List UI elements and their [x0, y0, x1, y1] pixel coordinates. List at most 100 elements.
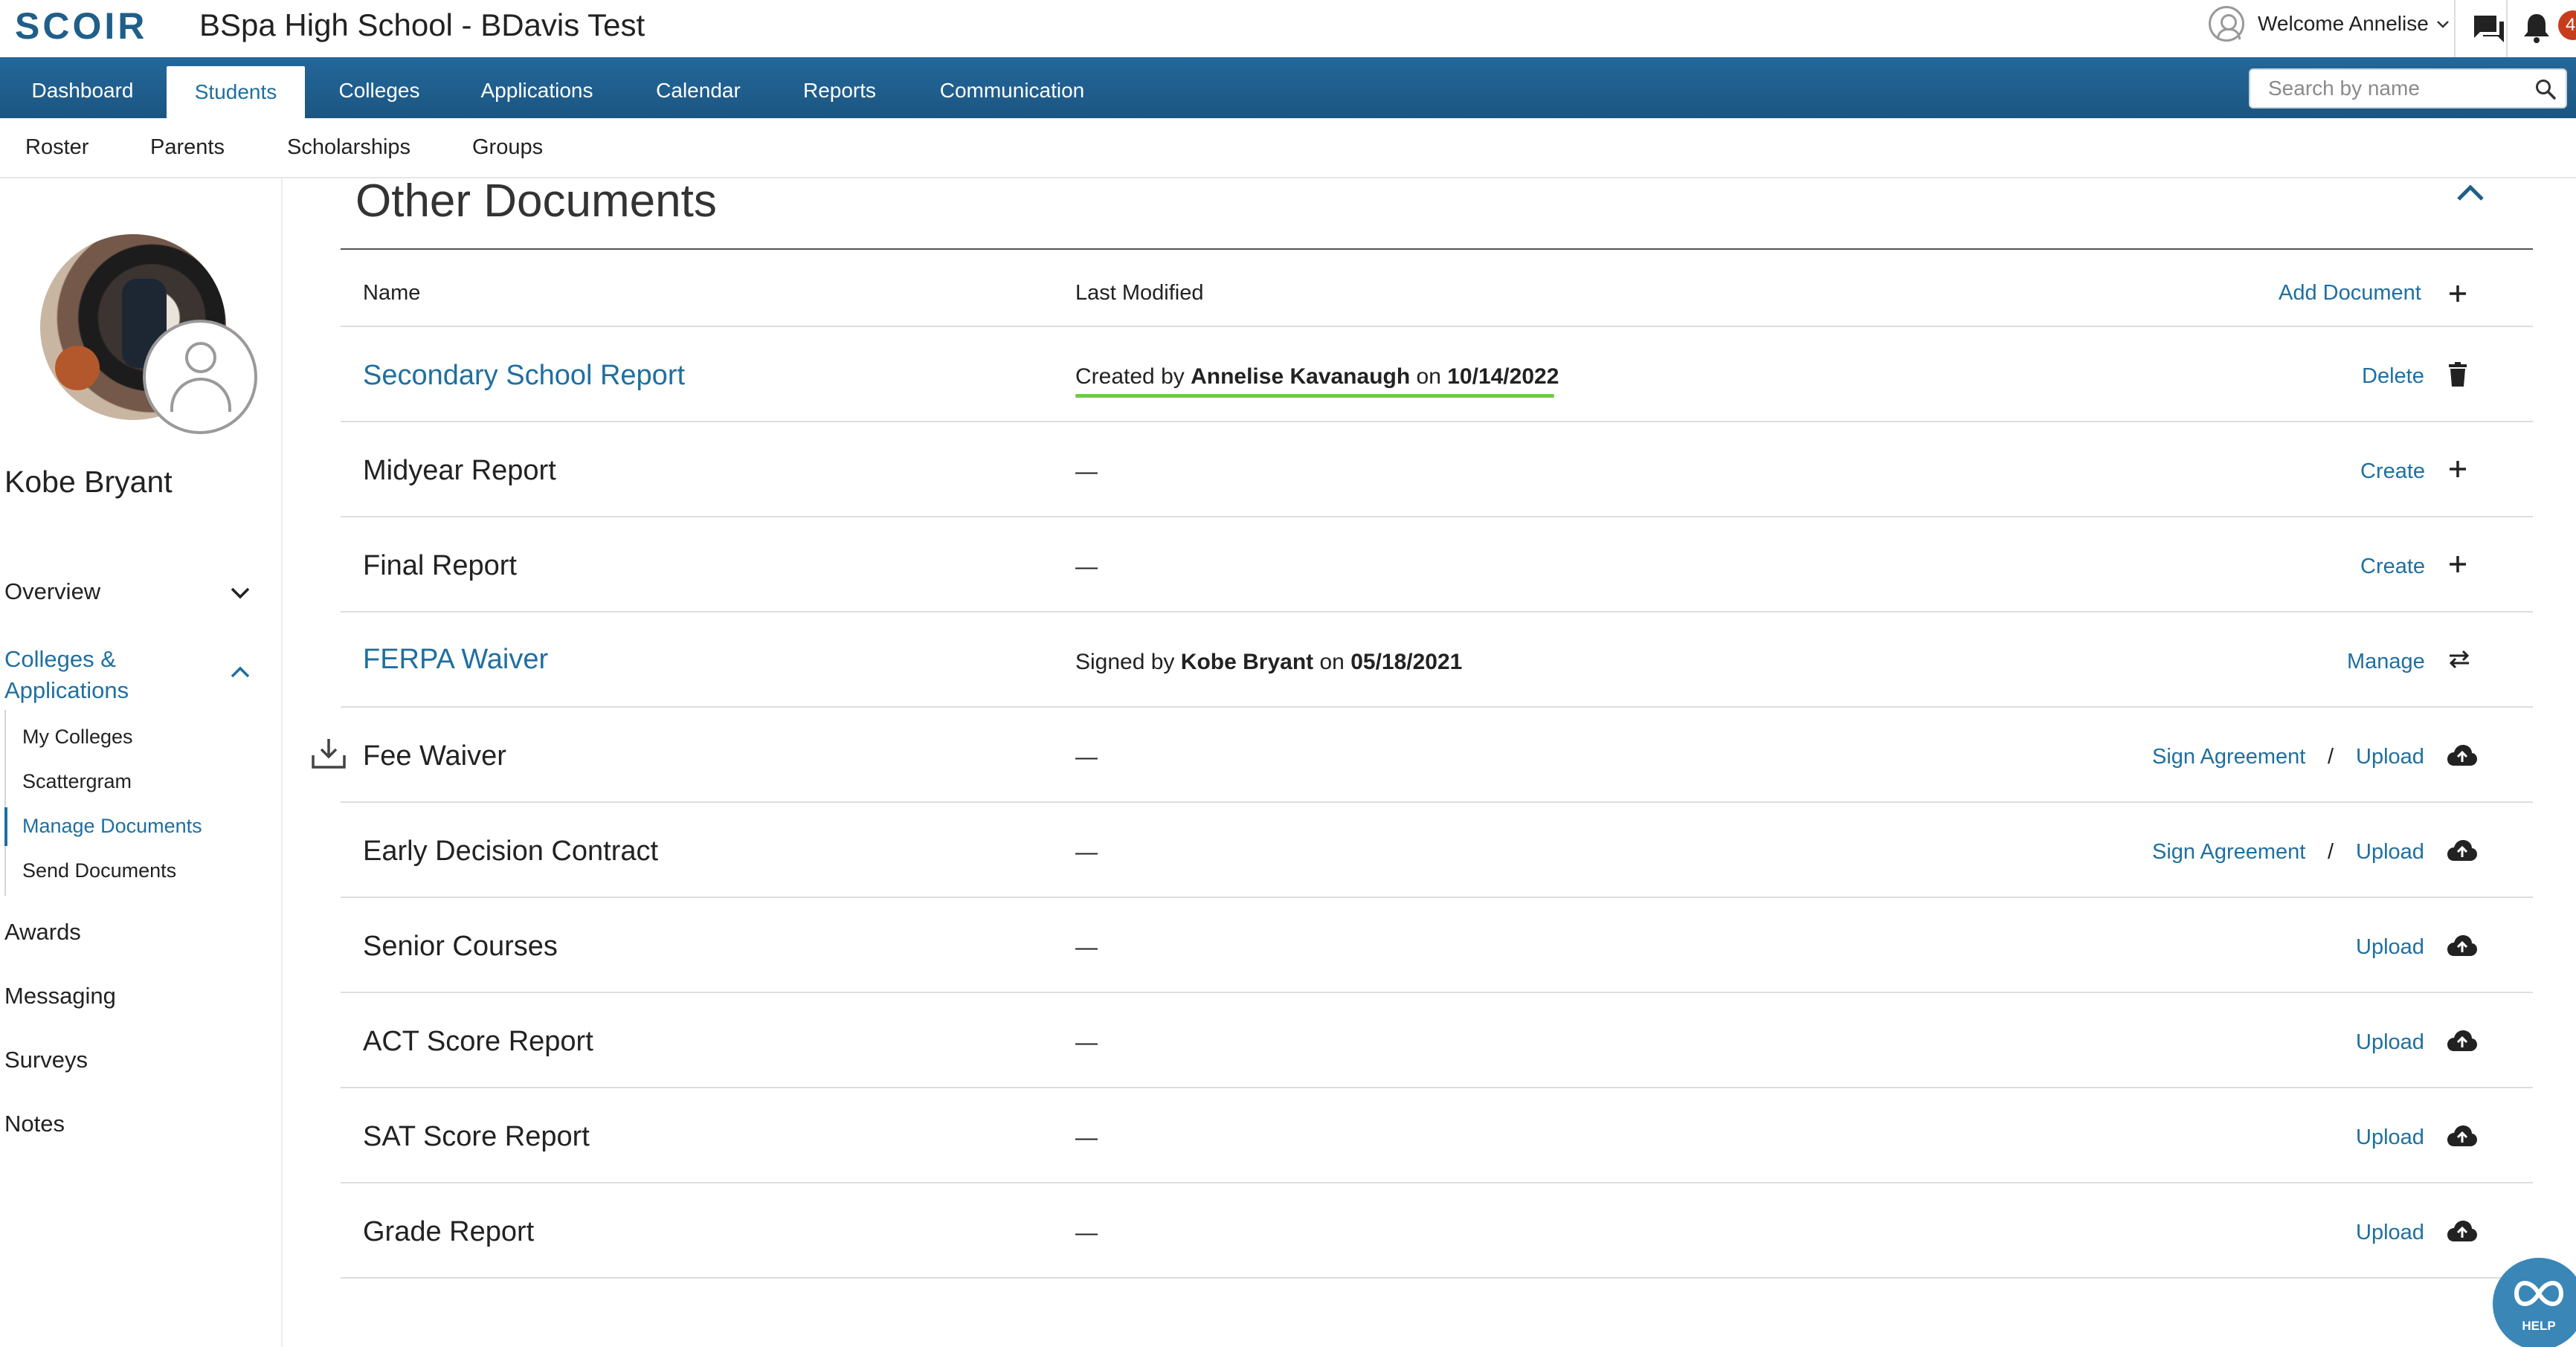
doc-modified-empty: — [1075, 935, 1098, 960]
upload-link[interactable]: Upload [2356, 1125, 2424, 1150]
doc-modified-empty: — [1075, 1221, 1098, 1245]
nav-students[interactable]: Students [167, 66, 305, 118]
doc-modified-info: Signed by Kobe Bryant on 05/18/2021 [1075, 650, 1463, 674]
scoir-logo[interactable]: SCOIR [15, 3, 147, 49]
chevron-down-icon[interactable] [229, 586, 251, 604]
sign-agreement-link[interactable]: Sign Agreement [2152, 840, 2305, 865]
row-divider [341, 992, 2533, 993]
doc-act-score-report: ACT Score Report [363, 1026, 593, 1057]
row-divider [341, 1087, 2533, 1088]
trash-icon[interactable] [2447, 361, 2469, 392]
row-divider [341, 1182, 2533, 1183]
doc-modified-empty: — [1075, 1125, 1098, 1150]
highlight-underline [1075, 394, 1554, 398]
infinity-icon [2514, 1279, 2564, 1312]
chat-icon[interactable] [2473, 14, 2505, 48]
sidebar-notes[interactable]: Notes [4, 1111, 65, 1137]
upload-link[interactable]: Upload [2356, 840, 2424, 865]
sidebar-send-documents[interactable]: Send Documents [22, 859, 176, 882]
doc-midyear-report: Midyear Report [363, 455, 556, 486]
column-header-name: Name [363, 281, 421, 305]
doc-modified-empty: — [1075, 840, 1098, 865]
section-divider [341, 248, 2533, 250]
sidebar-surveys[interactable]: Surveys [4, 1047, 88, 1073]
column-header-last-modified: Last Modified [1075, 281, 1204, 305]
download-icon[interactable] [311, 737, 347, 774]
sidebar-manage-documents[interactable]: Manage Documents [22, 815, 202, 838]
sidebar-awards[interactable]: Awards [4, 919, 81, 946]
create-link[interactable]: Create [2360, 555, 2425, 579]
sidebar-scattergram[interactable]: Scattergram [22, 770, 132, 793]
section-title: Other Documents [355, 175, 717, 227]
user-avatar-icon [2209, 6, 2244, 42]
subnav-scholarships[interactable]: Scholarships [287, 118, 410, 177]
delete-link[interactable]: Delete [2362, 364, 2424, 389]
nav-applications[interactable]: Applications [454, 57, 620, 118]
user-menu[interactable]: Welcome Annelise [2209, 6, 2450, 42]
create-link[interactable]: Create [2360, 459, 2425, 484]
sidebar-colleges-applications[interactable]: Colleges & Applications [4, 644, 183, 706]
doc-senior-courses: Senior Courses [363, 931, 558, 962]
row-divider [341, 611, 2533, 613]
cloud-upload-icon[interactable] [2447, 1124, 2478, 1151]
doc-modified-empty: — [1075, 459, 1098, 484]
doc-grade-report: Grade Report [363, 1216, 535, 1247]
row-divider [341, 897, 2533, 898]
top-header: SCOIR BSpa High School - BDavis Test Wel… [0, 0, 2576, 57]
cloud-upload-icon[interactable] [2447, 1219, 2478, 1247]
subnav-parents[interactable]: Parents [150, 118, 225, 177]
chevron-up-icon[interactable] [2456, 183, 2485, 207]
row-divider [341, 326, 2533, 327]
bell-icon[interactable] [2522, 13, 2551, 48]
cloud-upload-icon[interactable] [2447, 934, 2478, 961]
nav-dashboard[interactable]: Dashboard [0, 57, 165, 118]
search-icon[interactable] [2534, 78, 2557, 104]
chevron-up-icon[interactable] [229, 665, 251, 683]
row-divider [341, 706, 2533, 708]
help-button[interactable]: HELP [2493, 1258, 2576, 1347]
row-divider [341, 421, 2533, 422]
nav-communication[interactable]: Communication [903, 57, 1121, 118]
cloud-upload-icon[interactable] [2447, 743, 2478, 771]
nav-colleges[interactable]: Colleges [305, 57, 454, 118]
documents-panel: Other Documents Name Last Modified Add D… [284, 178, 2576, 1347]
row-divider [341, 801, 2533, 803]
upload-link[interactable]: Upload [2356, 1030, 2424, 1055]
sidebar-messaging[interactable]: Messaging [4, 983, 116, 1010]
subnav-groups[interactable]: Groups [472, 118, 543, 177]
search-input[interactable] [2268, 70, 2536, 107]
doc-ferpa-waiver[interactable]: FERPA Waiver [363, 644, 548, 676]
cloud-upload-icon[interactable] [2447, 839, 2478, 866]
user-placeholder-icon[interactable] [143, 320, 257, 434]
nav-reports[interactable]: Reports [776, 57, 903, 118]
action-separator: / [2328, 745, 2334, 769]
search-box [2249, 68, 2567, 109]
nav-calendar[interactable]: Calendar [620, 57, 776, 118]
upload-link[interactable]: Upload [2356, 935, 2424, 960]
doc-early-decision-contract: Early Decision Contract [363, 836, 659, 867]
header-divider [2454, 0, 2456, 57]
sign-agreement-link[interactable]: Sign Agreement [2152, 745, 2305, 769]
cloud-upload-icon[interactable] [2447, 1029, 2478, 1056]
doc-modified-empty: — [1075, 745, 1098, 769]
doc-final-report: Final Report [363, 550, 517, 581]
school-title: BSpa High School - BDavis Test [199, 7, 645, 42]
add-document-link[interactable]: Add Document [2279, 281, 2421, 306]
plus-icon[interactable] [2447, 553, 2469, 579]
doc-secondary-school-report[interactable]: Secondary School Report [363, 360, 685, 392]
manage-link[interactable]: Manage [2347, 650, 2425, 674]
secondary-nav: Roster Parents Scholarships Groups [0, 118, 2576, 178]
upload-link[interactable]: Upload [2356, 1221, 2424, 1245]
upload-link[interactable]: Upload [2356, 745, 2424, 769]
primary-nav: Dashboard Students Colleges Applications… [0, 57, 2576, 118]
plus-icon[interactable] [2447, 282, 2469, 309]
subnav-roster[interactable]: Roster [25, 118, 88, 177]
doc-sat-score-report: SAT Score Report [363, 1121, 590, 1152]
sidebar-my-colleges[interactable]: My Colleges [22, 726, 133, 749]
sidebar-overview[interactable]: Overview [4, 578, 100, 605]
notification-badge[interactable]: 4 [2558, 10, 2576, 40]
help-label: HELP [2522, 1319, 2556, 1333]
action-separator: / [2328, 840, 2334, 864]
swap-icon[interactable] [2447, 648, 2472, 674]
plus-icon[interactable] [2447, 458, 2469, 484]
